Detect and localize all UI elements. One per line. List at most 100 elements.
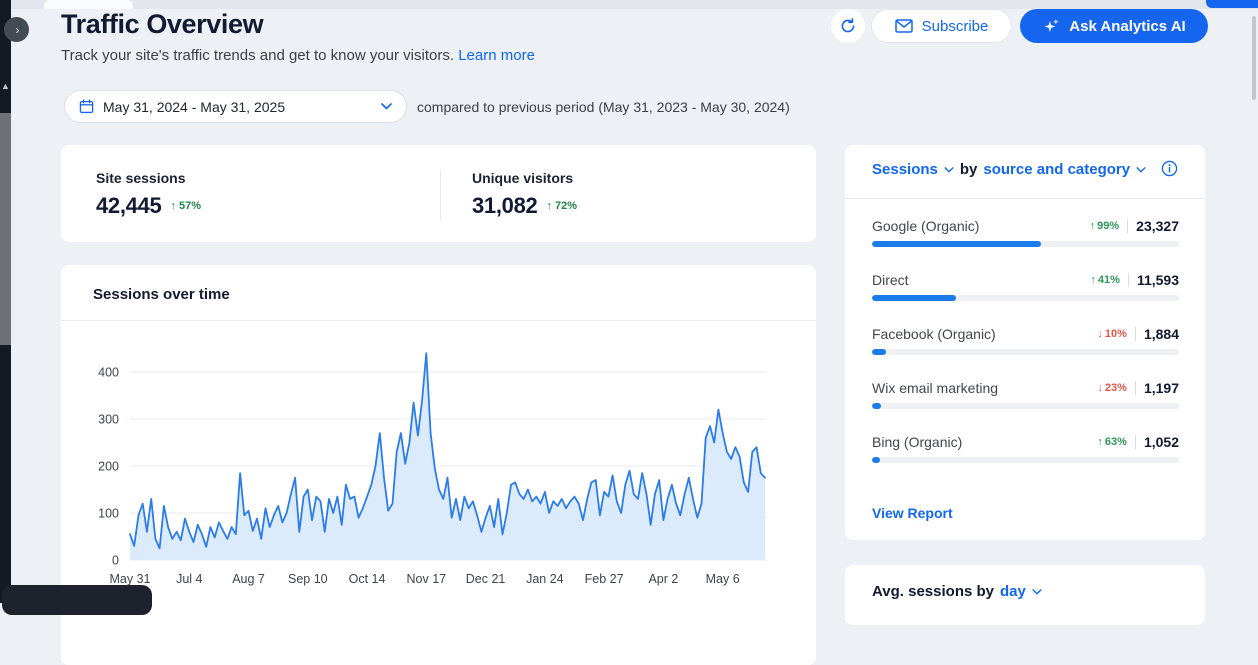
stats-divider bbox=[440, 170, 441, 220]
page-title: Traffic Overview bbox=[61, 9, 263, 40]
source-change-pct: 41% bbox=[1098, 274, 1120, 286]
source-label: Facebook (Organic) bbox=[872, 326, 996, 342]
avg-dimension-selector[interactable]: day bbox=[1000, 583, 1026, 600]
source-change-pct: 10% bbox=[1105, 328, 1127, 340]
source-row[interactable]: Google (Organic) ↑99% 23,327 bbox=[872, 210, 1179, 264]
source-bar-fill bbox=[872, 403, 881, 409]
source-bar-track bbox=[872, 349, 1179, 355]
x-axis-tick-label: Jan 24 bbox=[526, 572, 564, 586]
source-label: Direct bbox=[872, 272, 909, 288]
source-label: Google (Organic) bbox=[872, 218, 979, 234]
source-change-pct: 23% bbox=[1105, 382, 1127, 394]
top-edge-strip bbox=[11, 0, 1258, 9]
page-subtitle: Track your site's traffic trends and get… bbox=[61, 47, 535, 64]
x-axis-tick-label: Dec 21 bbox=[466, 572, 506, 586]
info-button[interactable] bbox=[1161, 160, 1178, 177]
learn-more-link[interactable]: Learn more bbox=[458, 47, 535, 64]
divider bbox=[1128, 273, 1129, 287]
sessions-chart-svg[interactable]: 0100200300400May 31Jul 4Aug 7Sep 10Oct 1… bbox=[61, 330, 816, 603]
site-sessions-stat: Site sessions 42,445 ↑ 57% bbox=[96, 170, 201, 219]
x-axis-tick-label: Nov 17 bbox=[407, 572, 447, 586]
source-value: 11,593 bbox=[1137, 272, 1179, 288]
view-report-link[interactable]: View Report bbox=[872, 505, 953, 521]
scroll-up-icon[interactable]: ▲ bbox=[0, 81, 11, 91]
source-change: ↑99% bbox=[1090, 220, 1120, 232]
metric-selector[interactable]: Sessions bbox=[872, 161, 938, 178]
x-axis-tick-label: Apr 2 bbox=[648, 572, 678, 586]
x-axis-tick-label: Aug 7 bbox=[232, 572, 265, 586]
stat-value: 31,082 bbox=[472, 193, 538, 219]
sidebar-scrollbar-thumb[interactable] bbox=[0, 113, 11, 345]
up-arrow-icon: ↑ bbox=[1090, 274, 1096, 286]
unique-visitors-stat: Unique visitors 31,082 ↑ 72% bbox=[472, 170, 577, 219]
down-arrow-icon: ↓ bbox=[1097, 328, 1103, 340]
source-row[interactable]: Direct ↑41% 11,593 bbox=[872, 264, 1179, 318]
source-row[interactable]: Bing (Organic) ↑63% 1,052 bbox=[872, 426, 1179, 480]
x-axis-tick-label: Jul 4 bbox=[176, 572, 202, 586]
down-arrow-icon: ↓ bbox=[1097, 382, 1103, 394]
collapsed-sidebar: ▲ bbox=[0, 0, 11, 603]
source-bar-fill bbox=[872, 295, 956, 301]
divider bbox=[1135, 327, 1136, 341]
sources-card-header: Sessions by source and category bbox=[872, 161, 1146, 178]
x-axis-tick-label: Feb 27 bbox=[585, 572, 624, 586]
dimension-selector[interactable]: source and category bbox=[983, 161, 1130, 178]
divider bbox=[845, 198, 1205, 199]
source-bar-track bbox=[872, 241, 1179, 247]
y-axis-tick-label: 0 bbox=[112, 554, 119, 568]
top-tab-shape bbox=[44, 0, 133, 9]
source-label: Wix email marketing bbox=[872, 380, 998, 396]
chart-title: Sessions over time bbox=[93, 286, 230, 303]
envelope-icon bbox=[895, 19, 913, 33]
stat-label: Unique visitors bbox=[472, 170, 577, 186]
source-change: ↑63% bbox=[1097, 436, 1127, 448]
source-change: ↓23% bbox=[1097, 382, 1127, 394]
bottom-toast-cutoff bbox=[2, 585, 152, 615]
page-scrollbar-thumb[interactable] bbox=[1252, 16, 1256, 100]
source-bar-track bbox=[872, 457, 1179, 463]
avg-sessions-card: Avg. sessions by day bbox=[845, 565, 1205, 625]
divider bbox=[1135, 435, 1136, 449]
y-axis-tick-label: 100 bbox=[98, 507, 119, 521]
sessions-over-time-card: Sessions over time 0100200300400May 31Ju… bbox=[61, 265, 816, 665]
refresh-button[interactable] bbox=[831, 9, 865, 43]
sources-list: Google (Organic)↑99%23,327Direct↑41%11,5… bbox=[872, 210, 1179, 480]
up-arrow-icon: ↑ bbox=[171, 200, 177, 212]
stat-value: 42,445 bbox=[96, 193, 162, 219]
source-row[interactable]: Facebook (Organic) ↓10% 1,884 bbox=[872, 318, 1179, 372]
chevron-down-icon[interactable] bbox=[1136, 167, 1146, 173]
up-arrow-icon: ↑ bbox=[1090, 220, 1096, 232]
divider bbox=[1127, 219, 1128, 233]
expand-sidebar-button[interactable]: › bbox=[4, 17, 29, 42]
chevron-down-icon[interactable] bbox=[1032, 589, 1042, 595]
date-range-value: May 31, 2024 - May 31, 2025 bbox=[103, 99, 285, 115]
ask-analytics-ai-button[interactable]: Ask Analytics AI bbox=[1020, 9, 1208, 43]
up-arrow-icon: ↑ bbox=[547, 200, 553, 212]
chevron-down-icon[interactable] bbox=[944, 167, 954, 173]
sparkles-icon bbox=[1042, 17, 1061, 36]
source-value: 1,884 bbox=[1144, 326, 1179, 342]
calendar-icon bbox=[79, 99, 94, 114]
source-change: ↓10% bbox=[1097, 328, 1127, 340]
source-bar-track bbox=[872, 403, 1179, 409]
by-label: by bbox=[960, 161, 978, 178]
x-axis-tick-label: Sep 10 bbox=[288, 572, 328, 586]
source-label: Bing (Organic) bbox=[872, 434, 962, 450]
source-value: 1,197 bbox=[1144, 380, 1179, 396]
x-axis-tick-label: May 6 bbox=[706, 572, 740, 586]
divider bbox=[1135, 381, 1136, 395]
y-axis-tick-label: 200 bbox=[98, 460, 119, 474]
comparison-period-text: compared to previous period (May 31, 202… bbox=[417, 99, 790, 115]
source-row[interactable]: Wix email marketing ↓23% 1,197 bbox=[872, 372, 1179, 426]
y-axis-tick-label: 400 bbox=[98, 366, 119, 380]
chevron-down-icon bbox=[381, 103, 392, 110]
date-range-picker[interactable]: May 31, 2024 - May 31, 2025 bbox=[64, 90, 407, 123]
source-value: 23,327 bbox=[1136, 218, 1179, 234]
info-icon bbox=[1161, 160, 1178, 177]
subscribe-button[interactable]: Subscribe bbox=[871, 9, 1012, 43]
source-value: 1,052 bbox=[1144, 434, 1179, 450]
x-axis-tick-label: May 31 bbox=[110, 572, 151, 586]
key-stats-card: Site sessions 42,445 ↑ 57% Unique visito… bbox=[61, 145, 816, 242]
top-right-button-cutoff[interactable] bbox=[1206, 0, 1258, 8]
stat-change: ↑ 57% bbox=[171, 200, 202, 212]
